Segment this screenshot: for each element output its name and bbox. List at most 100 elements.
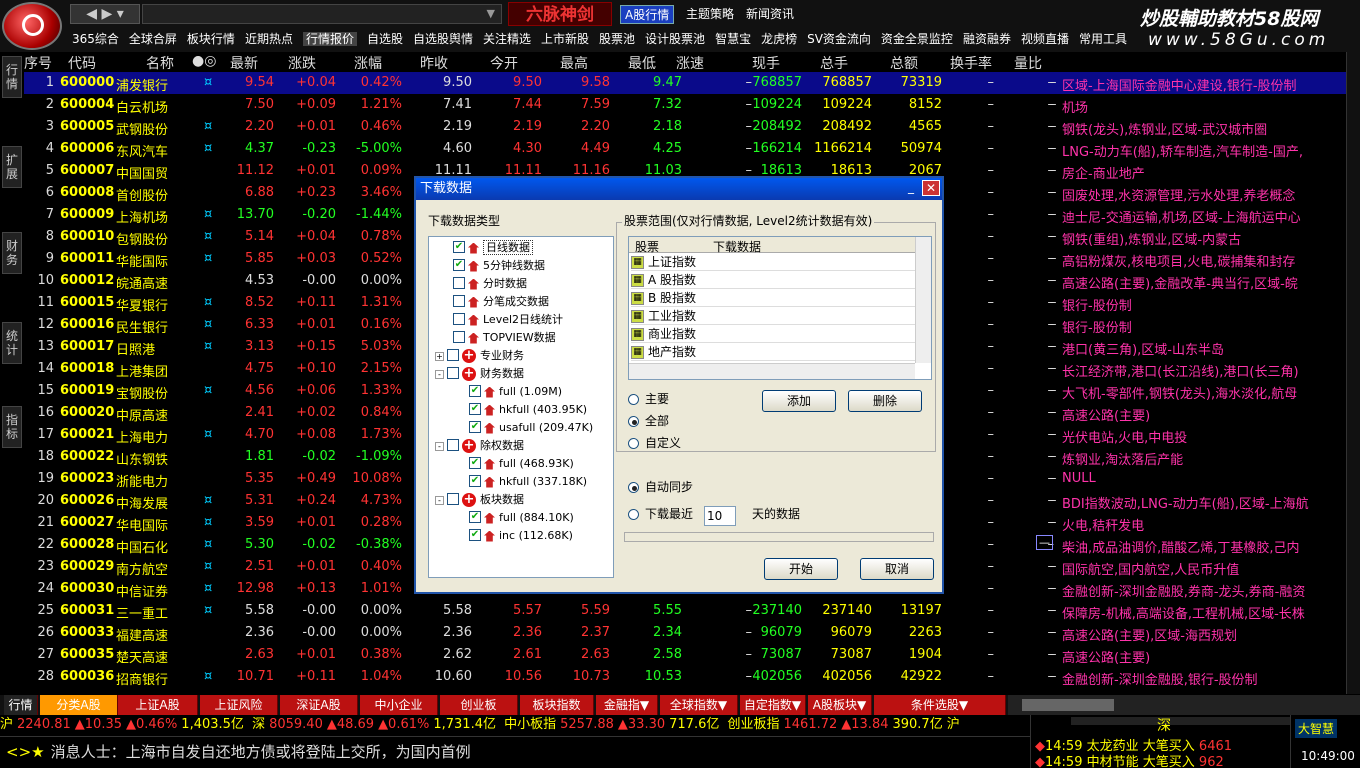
dzh-logo-badge[interactable]: 大智慧	[1295, 719, 1338, 738]
menu-item-6[interactable]: 自选股舆情	[413, 32, 473, 46]
checkbox[interactable]	[453, 313, 465, 325]
big-order-line-2[interactable]: ◆14:59 中材节能 大笔买入 962	[1035, 751, 1224, 768]
col-header-8[interactable]: 今开	[490, 53, 518, 73]
tree-item[interactable]: 分笔成交数据	[453, 293, 549, 311]
tab-news[interactable]: 新闻资讯	[742, 5, 798, 24]
checkbox[interactable]	[453, 295, 465, 307]
col-header-0[interactable]: 序号	[24, 53, 52, 73]
vtab-0[interactable]: 行情	[2, 56, 22, 98]
checkbox[interactable]: ✔	[469, 529, 481, 541]
menu-item-3[interactable]: 近期热点	[245, 32, 293, 46]
checkbox[interactable]: ✔	[469, 403, 481, 415]
message-text[interactable]: 消息人士：上海市自发自还地方债或将登陆上交所，为国内首例	[51, 743, 471, 761]
bottom-tab-5[interactable]: 中小企业	[360, 695, 438, 715]
menu-item-17[interactable]: 常用工具	[1079, 32, 1127, 46]
list-item[interactable]: ▦ 地产指数	[631, 343, 917, 361]
radio-main[interactable]: 主要	[628, 390, 669, 407]
checkbox[interactable]: ✔	[469, 475, 481, 487]
vtab-4[interactable]: 指标	[2, 406, 22, 448]
table-row[interactable]: 27 600035 楚天高速 2.63 +0.01 0.38% 2.62 2.61 2.63 2.…	[24, 644, 1360, 666]
menu-item-0[interactable]: 365综合	[72, 32, 119, 46]
menu-item-10[interactable]: 设计股票池	[645, 32, 705, 46]
tree-item[interactable]: ✔ usafull (209.47K)	[469, 419, 593, 437]
col-header-10[interactable]: 最低	[628, 53, 656, 73]
checkbox[interactable]	[447, 439, 459, 451]
bottom-tab-8[interactable]: 金融指▼	[596, 695, 658, 715]
table-row[interactable]: 26 600033 福建高速 2.36 -0.00 0.00% 2.36 2.36 2.37 2.…	[24, 622, 1360, 644]
expand-toggle-icon[interactable]: -	[435, 495, 444, 505]
menu-item-5[interactable]: 自选股	[367, 32, 403, 46]
radio-custom[interactable]: 自定义	[628, 434, 681, 451]
table-row[interactable]: 28 600036 招商银行 ¤ 10.71 +0.11 1.04% 10.60 10.56 10…	[24, 666, 1360, 688]
vtab-3[interactable]: 统计	[2, 322, 22, 364]
expand-toggle-icon[interactable]: +	[435, 351, 444, 361]
close-icon[interactable]: ✕	[922, 180, 940, 196]
col-header-6[interactable]: 涨幅	[354, 53, 382, 73]
checkbox[interactable]: ✔	[453, 241, 465, 253]
col-header-1[interactable]: 代码	[68, 53, 96, 73]
bottom-tab-0[interactable]: 行情	[4, 695, 38, 715]
list-item[interactable]: ▦ 工业指数	[631, 307, 917, 325]
delete-button[interactable]: 删除	[848, 390, 922, 412]
bottom-tab-12[interactable]: 条件选股▼	[874, 695, 1006, 715]
table-row[interactable]: 1 600000 浦发银行 ¤ 9.54 +0.04 0.42% 9.50 9.50 9.58 9.…	[24, 72, 1360, 94]
menu-item-7[interactable]: 关注精选	[483, 32, 531, 46]
col-header-5[interactable]: 涨跌	[288, 53, 316, 73]
expand-toggle-icon[interactable]: -	[435, 441, 444, 451]
tree-item[interactable]: 分时数据	[453, 275, 527, 293]
tab-a-share[interactable]: A股行情	[620, 5, 675, 24]
checkbox[interactable]	[447, 493, 459, 505]
list-item[interactable]: ▦ A 股指数	[631, 271, 917, 289]
checkbox[interactable]: ✔	[453, 259, 465, 271]
radio-all[interactable]: 全部	[628, 412, 669, 429]
vtab-1[interactable]: 扩展	[2, 146, 22, 188]
tree-item[interactable]: ✔ hkfull (337.18K)	[469, 473, 587, 491]
tree-item[interactable]: ✔ 5分钟线数据	[453, 257, 545, 275]
menu-item-1[interactable]: 全球合屏	[129, 32, 177, 46]
minimize-icon[interactable]: _	[902, 180, 920, 196]
list-item[interactable]: ▦ B 股指数	[631, 289, 917, 307]
table-row[interactable]: 2 600004 白云机场 7.50 +0.09 1.21% 7.41 7.44 7.59 7.3…	[24, 94, 1360, 116]
expand-toggle-icon[interactable]: -	[435, 369, 444, 379]
col-header-13[interactable]: 总手	[820, 53, 848, 73]
menu-item-14[interactable]: 资金全景监控	[881, 32, 953, 46]
col-header-12[interactable]: 现手	[752, 53, 780, 73]
col-header-9[interactable]: 最高	[560, 53, 588, 73]
col-header-15[interactable]: 换手率	[950, 53, 992, 73]
radio-auto-sync[interactable]: 自动同步	[628, 478, 693, 495]
table-row[interactable]: 3 600005 武钢股份 ¤ 2.20 +0.01 0.46% 2.19 2.19 2.20 2.…	[24, 116, 1360, 138]
bottom-tab-9[interactable]: 全球指数▼	[660, 695, 738, 715]
menu-item-12[interactable]: 龙虎榜	[761, 32, 797, 46]
col-header-11[interactable]: 涨速	[676, 53, 704, 73]
menu-item-2[interactable]: 板块行情	[187, 32, 235, 46]
bottom-tab-6[interactable]: 创业板	[440, 695, 518, 715]
list-vscrollbar[interactable]	[915, 237, 931, 363]
checkbox[interactable]: ✔	[469, 385, 481, 397]
checkbox[interactable]	[453, 277, 465, 289]
tree-item[interactable]: Level2日线统计	[453, 311, 563, 329]
bottom-tab-7[interactable]: 板块指数	[520, 695, 594, 715]
radio-recent[interactable]: 下载最近	[628, 505, 693, 522]
search-input[interactable]: ▼	[142, 4, 502, 24]
menu-item-8[interactable]: 上市新股	[541, 32, 589, 46]
days-input[interactable]: 10	[704, 506, 736, 526]
vertical-scrollbar[interactable]	[1346, 52, 1360, 694]
list-hscrollbar[interactable]	[629, 363, 915, 379]
checkbox[interactable]	[453, 331, 465, 343]
tree-item[interactable]: - + 板块数据	[435, 491, 524, 509]
table-row[interactable]: 25 600031 三一重工 ¤ 5.58 -0.00 0.00% 5.58 5.57 5.59 5…	[24, 600, 1360, 622]
menu-item-4[interactable]: 行情报价	[302, 32, 357, 46]
tree-item[interactable]: ✔ hkfull (403.95K)	[469, 401, 587, 419]
checkbox[interactable]	[447, 349, 459, 361]
bottom-tab-11[interactable]: A股板块▼	[808, 695, 872, 715]
vtab-2[interactable]: 财务	[2, 232, 22, 274]
col-header-4[interactable]: 最新	[230, 53, 258, 73]
tab-theme-strategy[interactable]: 主题策略	[682, 5, 738, 24]
col-header-3[interactable]: ●◎	[192, 53, 216, 69]
bottom-tab-1[interactable]: 分类A股	[40, 695, 118, 715]
tree-item[interactable]: ✔ 日线数据	[453, 239, 533, 257]
app-logo-icon[interactable]	[2, 2, 62, 50]
tree-item[interactable]: TOPVIEW数据	[453, 329, 556, 347]
checkbox[interactable]	[447, 367, 459, 379]
menu-item-9[interactable]: 股票池	[599, 32, 635, 46]
